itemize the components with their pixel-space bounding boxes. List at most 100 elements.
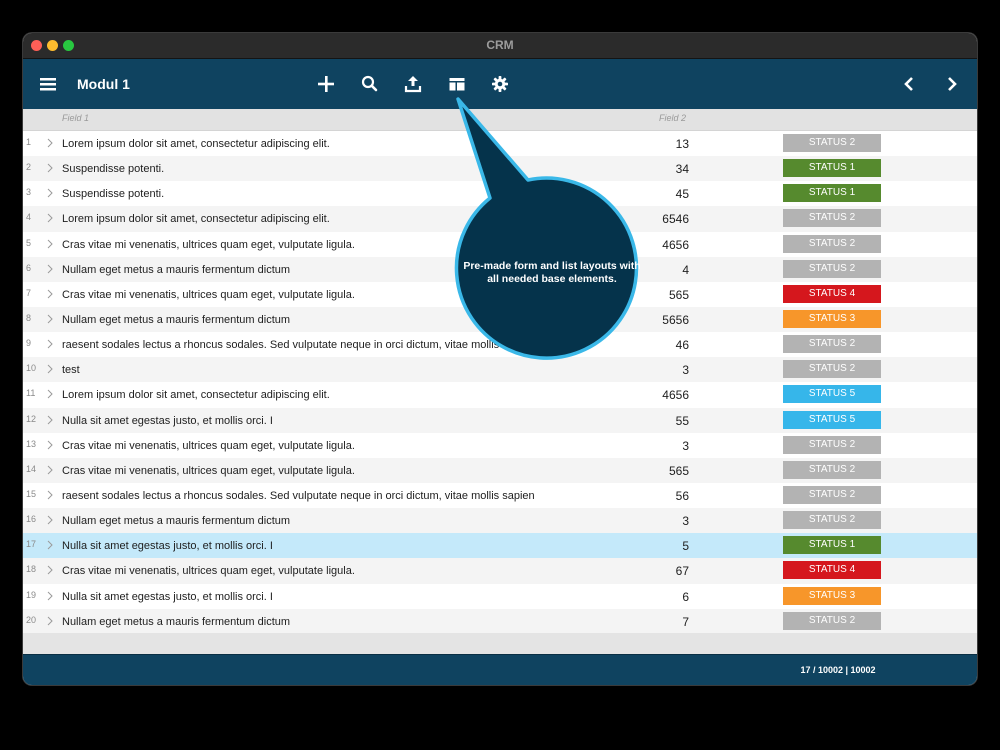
status-badge[interactable]: STATUS 2 (783, 611, 881, 630)
status-badge[interactable]: STATUS 5 (783, 410, 881, 429)
field1-value: Nullam eget metus a mauris fermentum dic… (62, 615, 291, 628)
record-count: 17 / 10002 | 10002 (800, 665, 876, 675)
row-number: 9 (26, 338, 32, 349)
table-row[interactable]: 17 Nulla sit amet egestas justo, et molli… (23, 533, 977, 559)
table-row[interactable]: 3 Suspendisse potenti. 45 STATUS 1 (23, 181, 977, 206)
row-number: 11 (26, 388, 36, 399)
column-header-field2[interactable]: Field 2 (659, 113, 686, 123)
table-row[interactable]: 4 Lorem ipsum dolor sit amet, consectetur… (23, 206, 977, 232)
status-badge[interactable]: STATUS 4 (783, 561, 881, 580)
chevron-right-icon[interactable] (45, 288, 55, 300)
prev-icon[interactable] (899, 74, 919, 94)
table-row[interactable]: 10 test 3 STATUS 2 (23, 357, 977, 383)
chevron-right-icon[interactable] (45, 137, 55, 149)
column-header-row: Field 1 Field 2 (23, 109, 977, 131)
table-row[interactable]: 12 Nulla sit amet egestas justo, et molli… (23, 407, 977, 433)
status-badge[interactable]: STATUS 1 (783, 536, 881, 555)
search-icon[interactable] (360, 74, 380, 94)
menu-icon[interactable] (39, 74, 59, 94)
chevron-right-icon[interactable] (45, 238, 55, 250)
status-badge[interactable]: STATUS 2 (783, 134, 881, 152)
table-row[interactable]: 8 Nullam eget metus a mauris fermentum di… (23, 306, 977, 333)
row-number: 5 (26, 237, 32, 248)
table-row[interactable]: 9 raesent sodales lectus a rhoncus sodale… (23, 332, 977, 357)
row-number: 19 (26, 589, 37, 600)
layout-icon[interactable] (447, 74, 467, 94)
export-icon[interactable] (403, 74, 423, 94)
row-number: 13 (26, 438, 37, 449)
row-number: 12 (26, 413, 37, 424)
chevron-right-icon[interactable] (45, 489, 55, 501)
field2-value: 55 (675, 413, 689, 428)
status-badge[interactable]: STATUS 2 (783, 234, 881, 253)
status-badge[interactable]: STATUS 2 (783, 259, 881, 278)
next-icon[interactable] (942, 74, 962, 94)
table-row[interactable]: 19 Nulla sit amet egestas justo, et molli… (23, 584, 977, 609)
status-badge[interactable]: STATUS 1 (783, 184, 881, 203)
record-list: 1 Lorem ipsum dolor sit amet, consectetur… (23, 131, 977, 634)
chevron-right-icon[interactable] (45, 514, 55, 526)
table-row[interactable]: 18 Cras vitae mi venenatis, ultrices quam… (23, 558, 977, 584)
table-row[interactable]: 2 Suspendisse potenti. 34 STATUS 1 (23, 156, 977, 182)
add-icon[interactable] (316, 74, 336, 94)
status-badge[interactable]: STATUS 1 (783, 159, 881, 178)
column-header-field1[interactable]: Field 1 (62, 113, 89, 123)
chevron-right-icon[interactable] (45, 388, 55, 400)
chevron-right-icon[interactable] (45, 162, 55, 174)
field2-value: 4656 (662, 388, 689, 403)
status-badge[interactable]: STATUS 2 (783, 435, 881, 454)
status-badge[interactable]: STATUS 4 (783, 284, 881, 303)
chevron-right-icon[interactable] (45, 338, 55, 350)
table-row[interactable]: 14 Cras vitae mi venenatis, ultrices quam… (23, 457, 977, 483)
chevron-right-icon[interactable] (45, 439, 55, 451)
field2-value: 45 (675, 187, 689, 202)
table-row[interactable]: 13 Cras vitae mi venenatis, ultrices quam… (23, 433, 977, 458)
table-row[interactable]: 16 Nullam eget metus a mauris fermentum d… (23, 508, 977, 534)
field1-value: Lorem ipsum dolor sit amet, consectetur … (62, 213, 330, 226)
chevron-right-icon[interactable] (45, 564, 55, 576)
field1-value: Nulla sit amet egestas justo, et mollis … (62, 540, 273, 553)
status-badge[interactable]: STATUS 2 (783, 209, 881, 228)
chevron-right-icon[interactable] (45, 187, 55, 199)
chevron-right-icon[interactable] (45, 414, 55, 426)
table-row[interactable]: 1 Lorem ipsum dolor sit amet, consectetur… (23, 131, 977, 156)
chevron-right-icon[interactable] (45, 313, 55, 325)
table-row[interactable]: 15 raesent sodales lectus a rhoncus sodal… (23, 483, 977, 508)
status-badge[interactable]: STATUS 3 (783, 309, 881, 328)
field2-value: 3 (682, 514, 689, 529)
row-number: 17 (26, 539, 37, 550)
field2-value: 6 (682, 589, 689, 604)
field1-value: Nullam eget metus a mauris fermentum dic… (62, 263, 291, 276)
field1-value: raesent sodales lectus a rhoncus sodales… (62, 339, 500, 352)
chevron-right-icon[interactable] (45, 464, 55, 476)
table-row[interactable]: 5 Cras vitae mi venenatis, ultrices quam … (23, 232, 977, 257)
app-window: CRM Modul 1 Field 1 Field 2 1 Lorem ipsu… (23, 33, 977, 685)
row-number: 3 (26, 187, 32, 198)
table-row[interactable]: 20 Nullam eget metus a mauris fermentum d… (23, 608, 977, 634)
status-badge[interactable]: STATUS 2 (783, 360, 881, 379)
status-badge[interactable]: STATUS 2 (783, 335, 881, 354)
field1-value: Nulla sit amet egestas justo, et mollis … (62, 414, 273, 427)
field1-value: Lorem ipsum dolor sit amet, consectetur … (62, 389, 330, 402)
row-number: 20 (26, 614, 37, 625)
row-number: 7 (26, 287, 32, 298)
row-number: 2 (26, 162, 32, 173)
status-badge[interactable]: STATUS 2 (783, 485, 881, 504)
chevron-right-icon[interactable] (45, 212, 55, 224)
status-badge[interactable]: STATUS 5 (783, 385, 881, 404)
table-row[interactable]: 11 Lorem ipsum dolor sit amet, consectetu… (23, 382, 977, 407)
chevron-right-icon[interactable] (45, 590, 55, 602)
chevron-right-icon[interactable] (45, 539, 55, 551)
settings-icon[interactable] (490, 74, 510, 94)
field1-value: Cras vitae mi venenatis, ultrices quam e… (62, 439, 355, 452)
chevron-right-icon[interactable] (45, 363, 55, 375)
status-badge[interactable]: STATUS 3 (783, 586, 881, 605)
field1-value: Lorem ipsum dolor sit amet, consectetur … (62, 138, 330, 150)
field2-value: 5656 (662, 312, 689, 327)
chevron-right-icon[interactable] (45, 615, 55, 627)
status-badge[interactable]: STATUS 2 (783, 460, 881, 479)
module-title: Modul 1 (77, 76, 130, 92)
chevron-right-icon[interactable] (45, 263, 55, 275)
status-badge[interactable]: STATUS 2 (783, 511, 881, 530)
row-number: 15 (26, 488, 37, 499)
